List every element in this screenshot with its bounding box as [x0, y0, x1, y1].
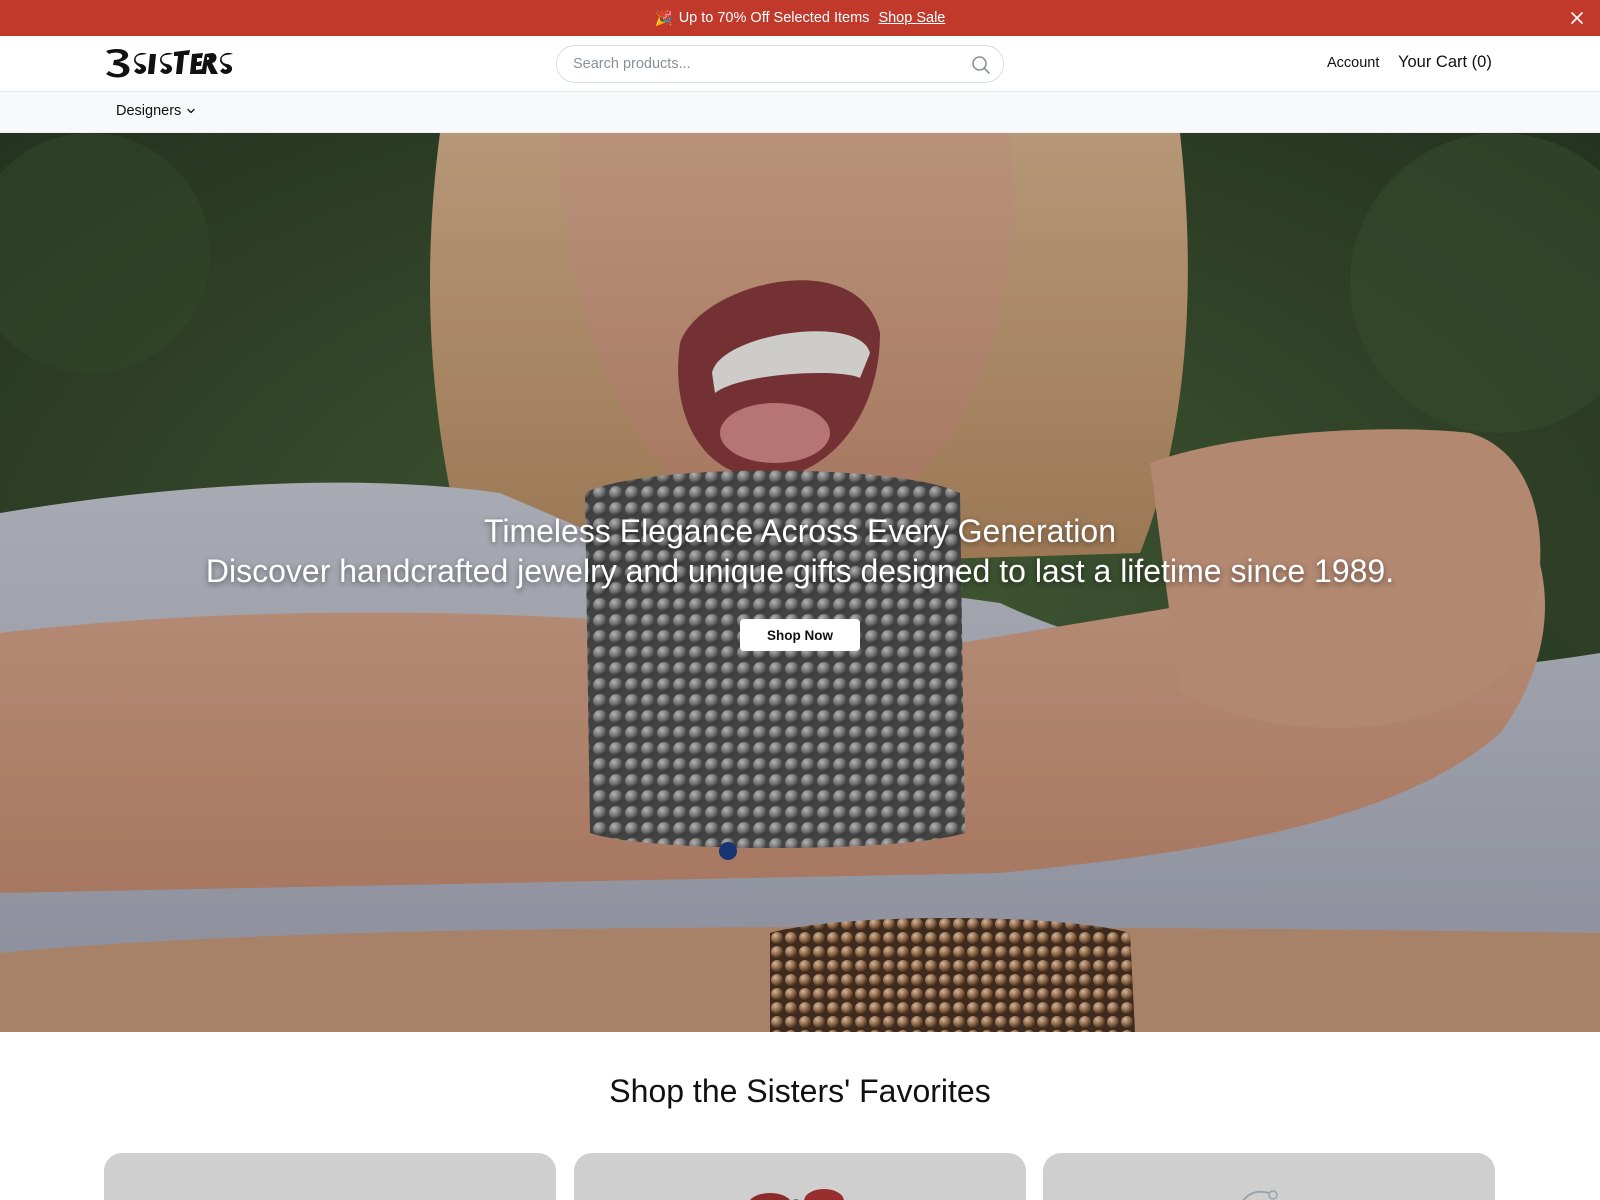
close-icon[interactable] [1568, 9, 1586, 27]
shop-sale-link[interactable]: Shop Sale [878, 10, 945, 26]
hero-title: Timeless Elegance Across Every Generatio… [484, 513, 1116, 549]
nav-item-label: Designers [116, 103, 182, 119]
product-card[interactable] [1043, 1153, 1495, 1200]
chevron-down-icon [187, 108, 195, 114]
site-header: Account Your Cart (0) [0, 36, 1600, 92]
party-popper-icon: 🎉 [654, 10, 673, 27]
main-nav: Designers [0, 92, 1600, 133]
account-link[interactable]: Account [1327, 55, 1379, 71]
product-image [750, 1189, 844, 1200]
nav-item-designers[interactable]: Designers [116, 103, 196, 119]
section-title: Shop the Sisters' Favorites [609, 1073, 991, 1109]
search-icon[interactable] [971, 55, 991, 75]
hero-banner: Timeless Elegance Across Every Generatio… [0, 133, 1600, 1032]
product-image [1242, 1190, 1278, 1200]
promo-banner: 🎉 Up to 70% Off Selected Items Shop Sale [0, 0, 1600, 36]
search-bar[interactable] [556, 45, 1004, 83]
product-card[interactable] [104, 1153, 556, 1200]
cart-link[interactable]: Your Cart (0) [1398, 53, 1492, 72]
promo-text: Up to 70% Off Selected Items [678, 10, 870, 26]
brand-logo[interactable] [104, 46, 234, 80]
search-input[interactable] [573, 46, 953, 82]
product-card[interactable] [574, 1153, 1026, 1200]
shop-now-button[interactable]: Shop Now [740, 619, 860, 651]
hero-subtitle: Discover handcrafted jewelry and unique … [205, 553, 1395, 589]
